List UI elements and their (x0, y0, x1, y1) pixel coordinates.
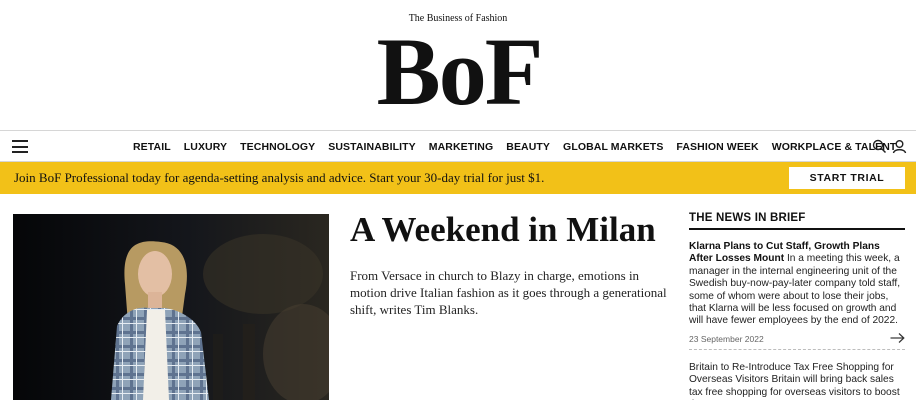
arrow-right-icon[interactable] (890, 332, 905, 344)
user-icon[interactable] (892, 139, 907, 154)
feature-headline[interactable]: A Weekend in Milan (350, 210, 670, 250)
bof-logo[interactable]: BoF (368, 24, 550, 112)
start-trial-button[interactable]: START TRIAL (789, 167, 905, 189)
nav-item-beauty[interactable]: BEAUTY (506, 141, 550, 153)
menu-icon[interactable] (12, 140, 28, 153)
runway-photo (13, 214, 329, 400)
brief-date: 23 September 2022 (689, 333, 764, 344)
feature-deck: From Versace in church to Blazy in charg… (350, 268, 667, 317)
brief-item: Britain to Re-Introduce Tax Free Shoppin… (689, 362, 905, 400)
nav-item-retail[interactable]: RETAIL (133, 141, 171, 153)
news-in-brief-title: THE NEWS IN BRIEF (689, 212, 905, 230)
brief-meta: 23 September 2022 (689, 332, 905, 350)
nav-items: RETAIL LUXURY TECHNOLOGY SUSTAINABILITY … (133, 131, 909, 162)
promo-text[interactable]: Join BoF Professional today for agenda-s… (14, 170, 544, 186)
news-in-brief: THE NEWS IN BRIEF Klarna Plans to Cut St… (689, 212, 905, 400)
nav-item-fashion-week[interactable]: FASHION WEEK (676, 141, 758, 153)
brief-item: Klarna Plans to Cut Staff, Growth Plans … (689, 241, 905, 328)
nav-item-technology[interactable]: TECHNOLOGY (240, 141, 315, 153)
main-nav: RETAIL LUXURY TECHNOLOGY SUSTAINABILITY … (0, 130, 916, 162)
nav-item-marketing[interactable]: MARKETING (429, 141, 493, 153)
tagline: The Business of Fashion (408, 13, 508, 24)
masthead: The Business of Fashion BoF (0, 0, 916, 130)
search-icon[interactable] (872, 139, 887, 154)
nav-item-luxury[interactable]: LUXURY (184, 141, 227, 153)
bof-logo-text: BoF (377, 24, 542, 112)
feature-image[interactable] (13, 214, 329, 400)
nav-item-sustainability[interactable]: SUSTAINABILITY (328, 141, 416, 153)
promo-bar: Join BoF Professional today for agenda-s… (0, 162, 916, 194)
nav-item-global-markets[interactable]: GLOBAL MARKETS (563, 141, 663, 153)
